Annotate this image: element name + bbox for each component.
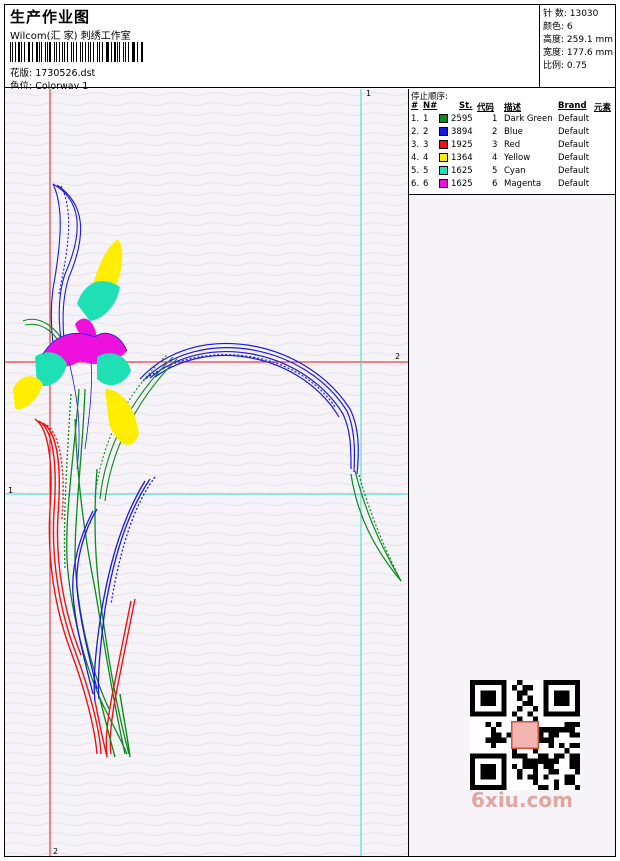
stop-row: 4. 4 1364 4 Yellow Default: [409, 153, 615, 166]
stop-code: 4: [492, 153, 498, 163]
stop-no: 5: [423, 166, 429, 176]
stop-desc: Magenta: [504, 179, 542, 189]
stop-num: 5.: [411, 166, 420, 176]
qr-code: [470, 680, 580, 790]
stop-row: 6. 6 1625 6 Magenta Default: [409, 179, 615, 192]
stop-desc: Red: [504, 140, 521, 150]
stop-no: 2: [423, 127, 429, 137]
stop-stitches: 1925: [451, 140, 473, 150]
stop-stitches: 1625: [451, 166, 473, 176]
stop-row: 1. 1 2595 1 Dark Green Default: [409, 114, 615, 127]
company-name: Wilcom(汇 家) 刺绣工作室: [10, 31, 131, 42]
stop-brand: Default: [558, 127, 590, 137]
col-header-desc: 描述: [504, 103, 522, 113]
stop-row: 5. 5 1625 5 Cyan Default: [409, 166, 615, 179]
col-header-num: #: [411, 101, 419, 111]
stop-brand: Default: [558, 179, 590, 189]
col-header-code: 代码: [477, 103, 495, 113]
stop-num: 1.: [411, 114, 420, 124]
stop-row: 3. 3 1925 3 Red Default: [409, 140, 615, 153]
stop-num: 6.: [411, 179, 420, 189]
design-file-label: 花版: 1730526.dst: [10, 68, 96, 79]
col-header-brand: Brand: [558, 101, 587, 111]
col-header-element: 元素: [594, 103, 612, 113]
stop-desc: Dark Green: [504, 114, 553, 124]
stop-code: 1: [492, 114, 498, 124]
stop-brand: Default: [558, 153, 590, 163]
stop-stitches: 1625: [451, 179, 473, 189]
design-scale: 比例: 0.75: [543, 61, 587, 71]
stop-stitches: 1364: [451, 153, 473, 163]
color-swatch: [439, 114, 448, 123]
stop-code: 5: [492, 166, 498, 176]
color-swatch: [439, 179, 448, 188]
stop-brand: Default: [558, 140, 590, 150]
col-header-stitches: St.: [459, 101, 473, 111]
stop-sequence-panel: 停止顺序: # N# St. 代码 描述 Brand 元素 1. 1 2595 1 Da…: [409, 89, 615, 195]
color-swatch: [439, 127, 448, 136]
stop-stitches: 3894: [451, 127, 473, 137]
stop-no: 3: [423, 140, 429, 150]
stop-desc: Blue: [504, 127, 523, 137]
stop-no: 6: [423, 179, 429, 189]
guide-label-h1: 1: [8, 486, 14, 495]
stop-brand: Default: [558, 114, 590, 124]
design-height: 高度: 259.1 mm: [543, 35, 614, 45]
design-preview: 1 2 1 2: [5, 89, 409, 856]
stop-brand: Default: [558, 166, 590, 176]
color-swatch: [439, 140, 448, 149]
stop-desc: Cyan: [504, 166, 526, 176]
watermark: 6xiu.com: [471, 788, 573, 812]
color-count: 颜色: 6: [543, 22, 573, 32]
stitch-count: 针 数: 13030: [543, 9, 599, 19]
stop-row: 2. 2 3894 2 Blue Default: [409, 127, 615, 140]
guide-label-v1: 1: [366, 89, 372, 98]
col-header-no: N#: [423, 101, 438, 111]
stop-stitches: 2595: [451, 114, 473, 124]
stop-no: 1: [423, 114, 429, 124]
guide-label-v2: 2: [53, 847, 59, 856]
stop-desc: Yellow: [504, 153, 531, 163]
barcode: [10, 42, 145, 62]
stop-code: 2: [492, 127, 498, 137]
stop-no: 4: [423, 153, 429, 163]
stop-num: 2.: [411, 127, 420, 137]
header: 生产作业图 Wilcom(汇 家) 刺绣工作室 花版: 1730526.dst …: [4, 4, 616, 92]
stop-num: 4.: [411, 153, 420, 163]
color-swatch: [439, 153, 448, 162]
stop-code: 3: [492, 140, 498, 150]
design-stats: 针 数: 13030 颜色: 6 高度: 259.1 mm 宽度: 177.6 …: [539, 4, 616, 88]
color-swatch: [439, 166, 448, 175]
page-title: 生产作业图: [10, 8, 91, 26]
design-width: 宽度: 177.6 mm: [543, 48, 614, 58]
guide-label-h2: 2: [395, 352, 401, 361]
stop-num: 3.: [411, 140, 420, 150]
stop-code: 6: [492, 179, 498, 189]
embroidery-artwork: [5, 89, 408, 856]
